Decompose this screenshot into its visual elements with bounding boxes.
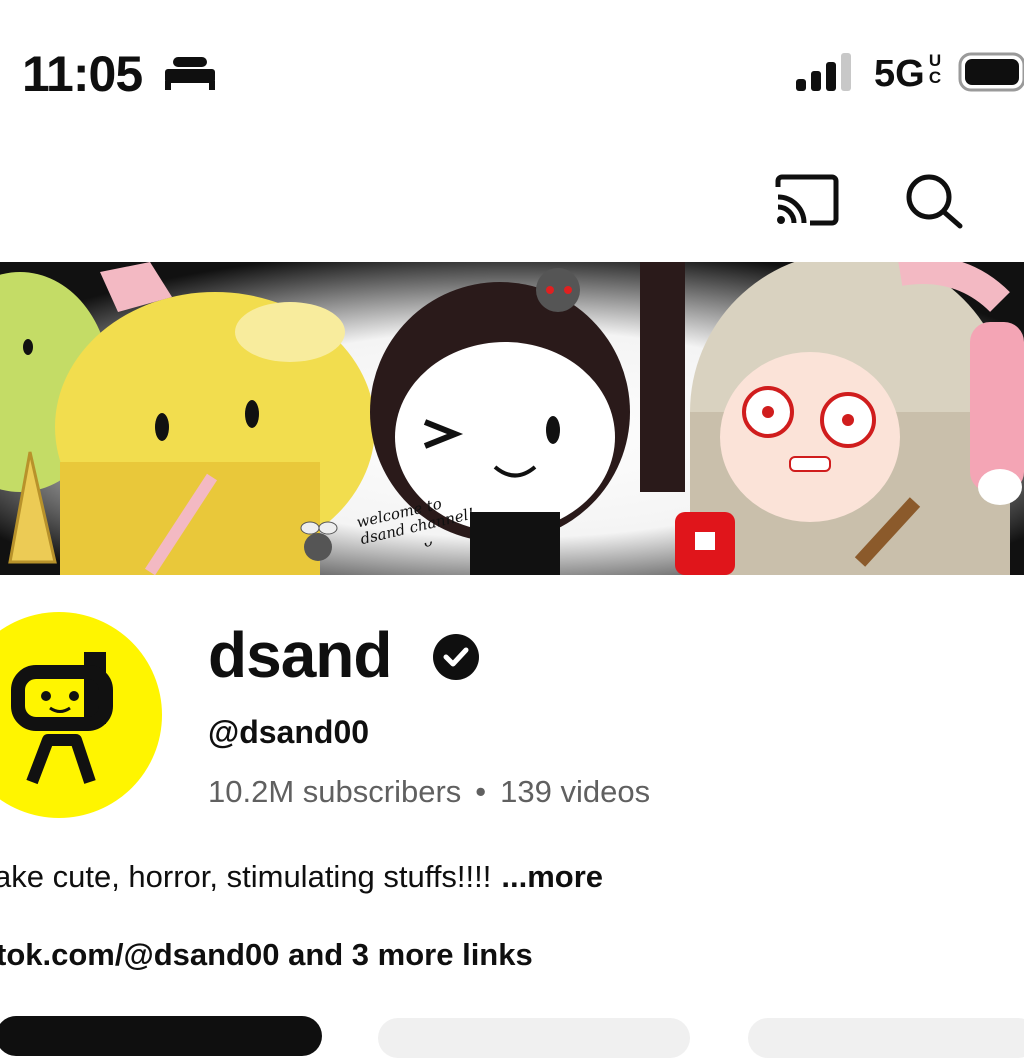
- channel-banner: welcome to dsand channel! ᴗ: [0, 262, 1024, 575]
- stats-separator: •: [475, 774, 487, 809]
- secondary-action-button[interactable]: [378, 1018, 690, 1058]
- verified-check-icon: [433, 634, 479, 680]
- banner-artwork: [0, 262, 1024, 575]
- tertiary-action-button[interactable]: [748, 1018, 1024, 1058]
- channel-links[interactable]: tok.com/@dsand00 and 3 more links: [0, 935, 533, 975]
- subscriber-count: 10.2M subscribers: [208, 774, 462, 809]
- avatar-logo: [11, 652, 113, 785]
- channel-stats: 10.2M subscribers • 139 videos: [208, 772, 650, 812]
- subscribe-button[interactable]: [0, 1016, 322, 1056]
- channel-handle: @dsand00: [208, 714, 370, 750]
- cast-icon[interactable]: [774, 173, 840, 227]
- status-time: 11:05: [22, 46, 143, 102]
- network-superscript: UC: [926, 52, 944, 86]
- channel-link-url[interactable]: tok.com/@dsand00: [0, 937, 279, 972]
- network-superscript-text: UC: [928, 51, 942, 87]
- battery-icon: [958, 52, 1024, 92]
- channel-description[interactable]: ake cute, horror, stimulating stuffs!!!!…: [0, 857, 603, 897]
- channel-name: dsand: [208, 619, 392, 691]
- channel-avatar[interactable]: [0, 612, 162, 818]
- search-icon[interactable]: [904, 172, 966, 230]
- cellular-signal-icon: [796, 53, 851, 91]
- network-type: 5G: [874, 53, 925, 95]
- description-text: ake cute, horror, stimulating stuffs!!!!: [0, 859, 492, 894]
- bed-icon: [165, 57, 215, 90]
- video-count: 139 videos: [500, 774, 651, 809]
- more-links-label[interactable]: and 3 more links: [279, 937, 533, 972]
- more-button[interactable]: ...more: [501, 859, 603, 894]
